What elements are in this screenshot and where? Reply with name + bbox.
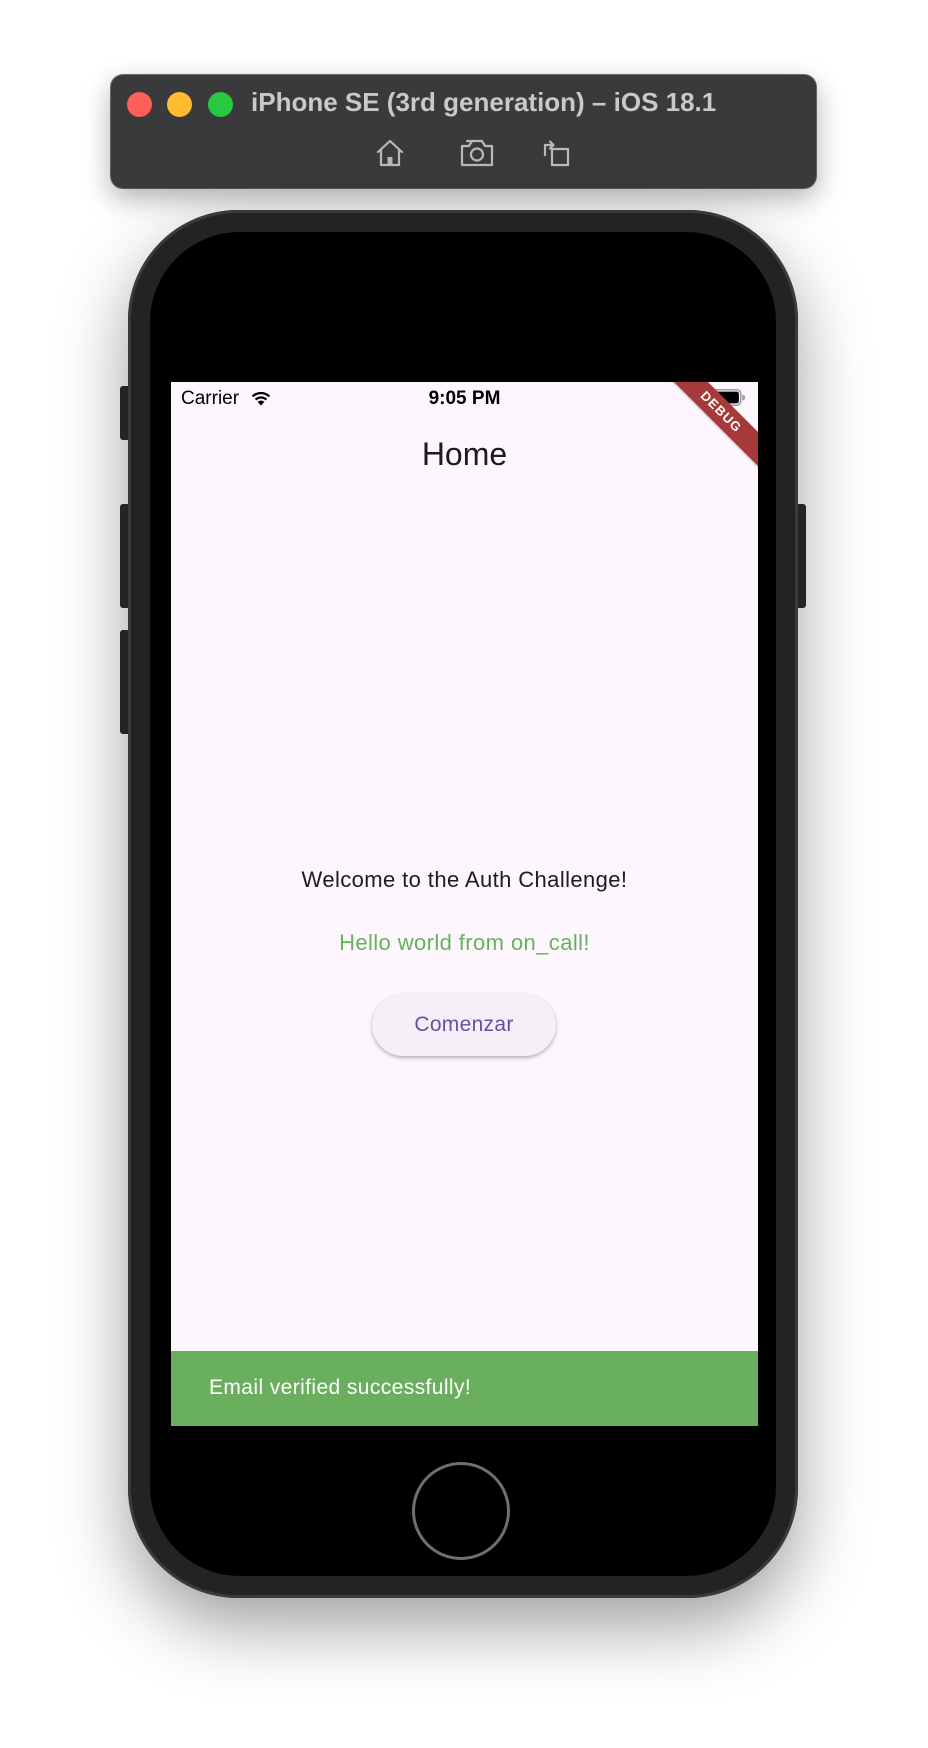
rotate-icon <box>543 140 570 167</box>
hello-message: Hello world from on_call! <box>339 930 590 955</box>
simulator-title: iPhone SE (3rd generation) – iOS 18.1 <box>251 87 717 117</box>
app-screen: Carrier 9:05 PM DEBUG Home Welcome to th… <box>171 382 758 1426</box>
close-window-button[interactable] <box>127 92 152 117</box>
success-snackbar: Email verified successfully! <box>171 1351 758 1426</box>
home-icon <box>376 139 404 167</box>
zoom-window-button[interactable] <box>208 92 233 117</box>
status-time: 9:05 PM <box>428 388 501 409</box>
simulator-stage: iPhone SE (3rd generation) – iOS 18.1 Ca… <box>0 0 928 1748</box>
welcome-message: Welcome to the Auth Challenge! <box>301 867 628 892</box>
simulator-toolbar: iPhone SE (3rd generation) – iOS 18.1 <box>111 75 816 188</box>
status-bar: Carrier 9:05 PM <box>171 382 758 416</box>
camera-icon <box>460 139 494 167</box>
snackbar-message: Email verified successfully! <box>209 1376 472 1399</box>
start-button[interactable]: Comenzar <box>372 994 556 1056</box>
page-title: Home <box>421 436 508 472</box>
minimize-window-button[interactable] <box>167 92 192 117</box>
screenshot-toolbar-button[interactable] <box>457 133 497 173</box>
device-home-button[interactable] <box>412 1462 510 1560</box>
rotate-toolbar-button[interactable] <box>536 133 576 173</box>
home-toolbar-button[interactable] <box>370 133 410 173</box>
